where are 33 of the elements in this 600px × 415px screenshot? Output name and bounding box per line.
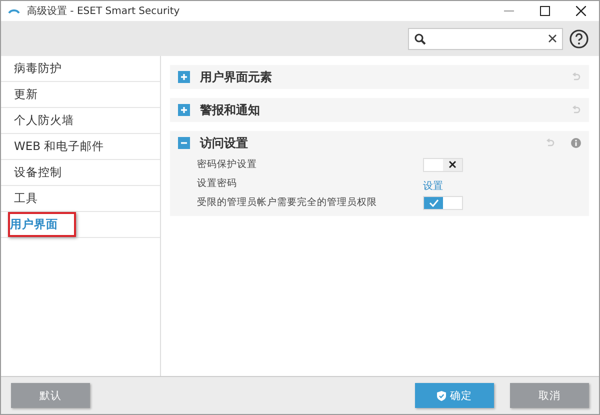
- sidebar-item[interactable]: 工具: [10, 186, 42, 211]
- expand-icon[interactable]: [178, 71, 190, 83]
- setting-label: 密码保护设置: [197, 158, 258, 171]
- section-header[interactable]: 警报和通知: [170, 98, 589, 122]
- clear-icon[interactable]: [548, 34, 557, 43]
- sidebar-item[interactable]: 更新: [10, 82, 42, 107]
- toggle-switch[interactable]: [423, 196, 463, 210]
- sidebar-item[interactable]: 个人防火墙: [10, 108, 78, 133]
- setting-label: 设置密码: [197, 177, 238, 190]
- section-title: 用户界面元素: [200, 68, 272, 86]
- sidebar-item[interactable]: 用户界面: [8, 212, 76, 237]
- set-link[interactable]: 设置: [423, 181, 443, 192]
- shield-icon: [437, 390, 446, 400]
- sidebar-item[interactable]: WEB 和电子邮件: [10, 134, 108, 159]
- maximize-icon[interactable]: [540, 6, 550, 16]
- section-title: 访问设置: [200, 134, 248, 152]
- collapse-icon[interactable]: [178, 137, 190, 149]
- search-icon: [414, 32, 426, 44]
- sidebar-item[interactable]: 设备控制: [10, 160, 66, 185]
- section-header[interactable]: 用户界面元素: [170, 65, 589, 89]
- sidebar-item[interactable]: 病毒防护: [10, 56, 66, 81]
- section-header[interactable]: 访问设置: [170, 131, 589, 155]
- search-field[interactable]: [408, 28, 563, 50]
- close-icon[interactable]: [576, 6, 586, 16]
- setting-label: 受限的管理员帐户需要完全的管理员权限: [197, 196, 378, 209]
- check-icon: [428, 198, 438, 206]
- toggle-switch[interactable]: [423, 158, 463, 172]
- window-title: 高级设置 - ESET Smart Security: [27, 4, 180, 18]
- expand-icon[interactable]: [178, 104, 190, 116]
- section-title: 警报和通知: [200, 102, 260, 118]
- info-icon[interactable]: [571, 138, 581, 148]
- cross-icon: [449, 161, 456, 168]
- help-icon[interactable]: [569, 28, 589, 48]
